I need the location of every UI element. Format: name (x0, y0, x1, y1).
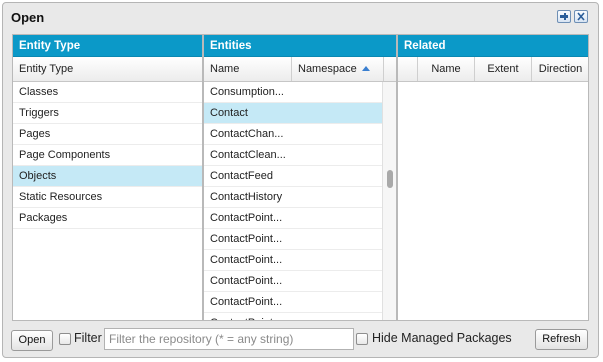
column-header-extent[interactable]: Extent (475, 57, 532, 81)
pin-icon[interactable] (557, 10, 571, 23)
list-item[interactable]: ContactPoint... (204, 208, 382, 229)
entities-column-header-row: Name Namespace (204, 57, 396, 82)
list-item[interactable]: Static Resources (13, 187, 202, 208)
close-icon[interactable] (574, 10, 588, 23)
column-header-blank (398, 57, 418, 81)
entity-type-column-header-row: Entity Type (13, 57, 202, 82)
list-item[interactable]: ContactChan... (204, 124, 382, 145)
entities-scrollbar[interactable] (382, 82, 396, 320)
namespace-label: Namespace (298, 63, 357, 75)
list-item[interactable]: ContactPoint... (204, 229, 382, 250)
title-bar: Open (3, 3, 598, 31)
column-header-name[interactable]: Name (204, 57, 292, 81)
column-header-direction[interactable]: Direction (532, 57, 588, 81)
entities-header: Entities (204, 35, 396, 57)
list-item[interactable]: ContactClean... (204, 145, 382, 166)
open-button[interactable]: Open (11, 330, 53, 351)
list-item[interactable]: Classes (13, 82, 202, 103)
entity-type-header: Entity Type (13, 35, 202, 57)
list-item[interactable]: ContactFeed (204, 166, 382, 187)
column-header-entity-type[interactable]: Entity Type (13, 57, 202, 81)
dialog-title: Open (11, 10, 45, 25)
list-item[interactable]: Triggers (13, 103, 202, 124)
entities-panel: Entities Name Namespace Consumption... Co… (203, 34, 397, 321)
list-item[interactable]: ContactPoint... (204, 313, 382, 320)
filter-input[interactable] (104, 328, 354, 350)
list-item[interactable]: Packages (13, 208, 202, 229)
related-column-header-row: Name Extent Direction (398, 57, 588, 82)
scrollbar-thumb[interactable] (387, 170, 393, 188)
entity-type-list: Classes Triggers Pages Page Components Objec… (13, 82, 202, 229)
entity-type-panel: Entity Type Entity Type Classes Triggers P… (12, 34, 203, 321)
list-item[interactable]: ContactPoint... (204, 271, 382, 292)
hide-managed-packages-checkbox[interactable] (356, 333, 368, 345)
column-header-related-name[interactable]: Name (418, 57, 475, 81)
entities-list: Consumption... Contact ContactChan... Conta… (204, 82, 382, 320)
footer-toolbar: Open Filter Hide Managed Packages Refres… (3, 321, 598, 357)
list-item[interactable]: Consumption... (204, 82, 382, 103)
related-panel: Related Name Extent Direction (397, 34, 589, 321)
filter-label: Filter (74, 331, 102, 345)
list-item[interactable]: ContactHistory (204, 187, 382, 208)
list-item[interactable]: Contact (204, 103, 382, 124)
hide-managed-packages-label: Hide Managed Packages (372, 331, 512, 345)
open-dialog: Open Entity Type Entity Type Classes Trig… (2, 2, 599, 358)
list-item[interactable]: ContactPoint... (204, 250, 382, 271)
list-item[interactable]: Page Components (13, 145, 202, 166)
filter-checkbox[interactable] (59, 333, 71, 345)
sort-ascending-icon (361, 65, 370, 71)
related-header: Related (398, 35, 588, 57)
refresh-button[interactable]: Refresh (535, 329, 588, 350)
list-item[interactable]: Pages (13, 124, 202, 145)
list-item[interactable]: ContactPoint... (204, 292, 382, 313)
list-item[interactable]: Objects (13, 166, 202, 187)
column-header-namespace[interactable]: Namespace (292, 57, 384, 81)
